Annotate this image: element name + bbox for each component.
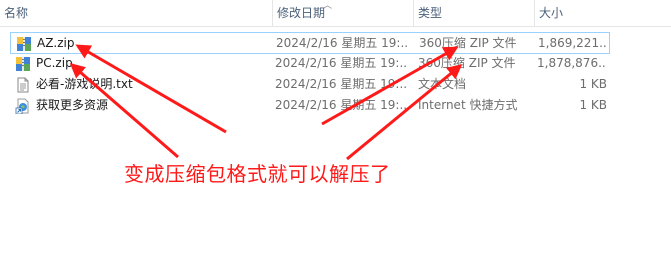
column-header-date-label: 修改日期: [277, 6, 326, 20]
column-header-date[interactable]: 修改日期: [273, 0, 413, 26]
file-type: 360压缩 ZIP 文件: [419, 36, 517, 50]
zip-archive-icon: [16, 57, 30, 71]
zip-archive-icon: [17, 37, 31, 51]
column-header-size-label: 大小: [539, 6, 564, 20]
column-header-size[interactable]: 大小: [535, 0, 615, 26]
file-date: 2024/2/16 星期五 19:...: [275, 77, 407, 91]
file-type: 文本文档: [418, 77, 467, 91]
file-size: 1,869,221...: [538, 36, 608, 50]
file-row-pc-zip[interactable]: PC.zip 2024/2/16 星期五 19:... 360压缩 ZIP 文件…: [10, 53, 610, 75]
column-header-name-label: 名称: [4, 6, 29, 20]
text-file-icon: [17, 77, 29, 93]
file-name: 必看-游戏说明.txt: [36, 77, 133, 91]
file-name: PC.zip: [36, 56, 73, 70]
file-type: Internet 快捷方式: [418, 98, 518, 112]
file-date: 2024/2/16 星期五 19:...: [275, 56, 407, 70]
file-size: 1,878,876...: [537, 56, 607, 70]
file-row-more-resources[interactable]: 获取更多资源 2024/2/16 星期五 19:... Internet 快捷方…: [10, 95, 610, 117]
file-date: 2024/2/16 星期五 19:...: [276, 36, 408, 50]
file-date: 2024/2/16 星期五 19:...: [275, 98, 407, 112]
file-name: 获取更多资源: [36, 98, 109, 112]
column-header-type-label: 类型: [418, 6, 443, 20]
file-row-az-zip[interactable]: AZ.zip 2024/2/16 星期五 19:... 360压缩 ZIP 文件…: [10, 32, 610, 54]
file-size: 1 KB: [579, 98, 607, 112]
annotation-text: 变成压缩包格式就可以解压了: [124, 162, 391, 186]
column-header-type[interactable]: 类型: [414, 0, 534, 26]
file-type: 360压缩 ZIP 文件: [418, 56, 516, 70]
file-name: AZ.zip: [37, 36, 75, 50]
column-header-bar: 名称 ︿ 修改日期 类型 大小: [0, 0, 671, 27]
file-size: 1 KB: [579, 77, 607, 91]
internet-shortcut-icon: [15, 98, 29, 114]
column-header-name[interactable]: 名称: [0, 0, 272, 26]
file-row-readme-txt[interactable]: 必看-游戏说明.txt 2024/2/16 星期五 19:... 文本文档 1 …: [10, 74, 610, 96]
